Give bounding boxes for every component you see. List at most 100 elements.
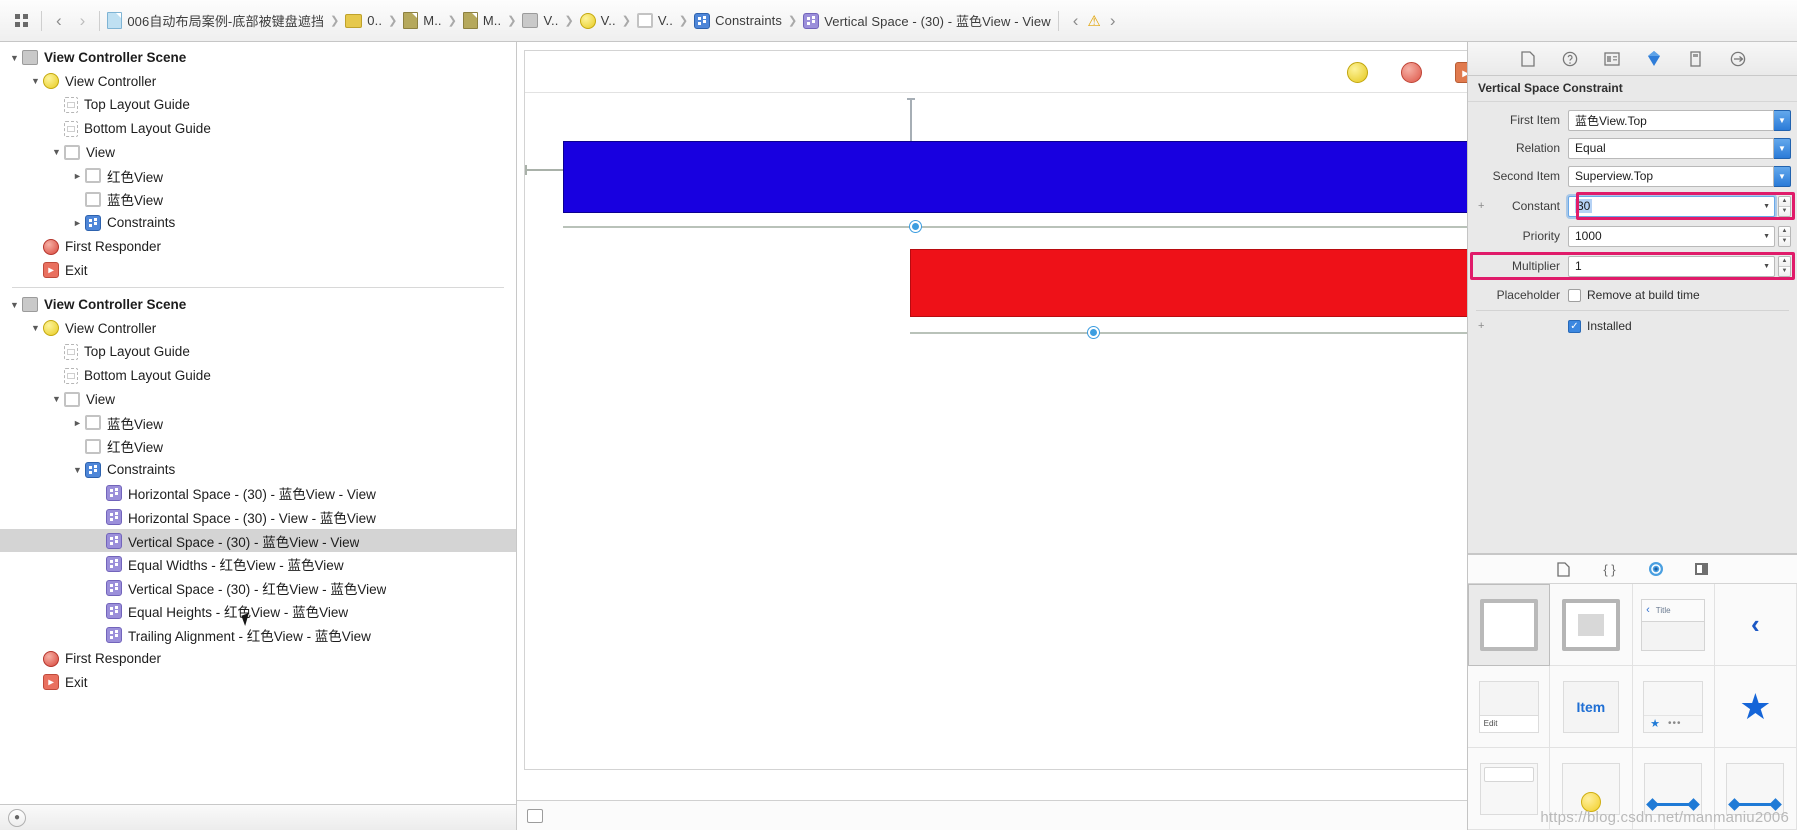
breadcrumb-item-doc1[interactable]: M.. — [401, 12, 443, 29]
breadcrumb-item-view[interactable]: V.. — [635, 13, 675, 28]
disclosure-triangle-icon[interactable]: ▼ — [8, 300, 21, 310]
library-item-page-control[interactable] — [1550, 748, 1633, 830]
placeholder-checkbox[interactable] — [1568, 288, 1581, 302]
outline-row[interactable]: ▼ View Controller — [0, 70, 516, 94]
view-as-icon[interactable] — [527, 808, 543, 823]
outline-row[interactable]: Vertical Space - (30) - 蓝色View - View — [0, 528, 516, 553]
outline-row[interactable]: 红色View — [0, 435, 516, 459]
object-library-icon[interactable] — [1648, 561, 1664, 577]
file-inspector-icon[interactable] — [1519, 50, 1537, 68]
outline-row[interactable]: ▼ View — [0, 140, 516, 164]
breadcrumb-item-folder[interactable]: 0.. — [343, 13, 384, 28]
object-library-grid[interactable]: ‹ Title ‹ Edit Item ★ ••• ★ — [1468, 584, 1797, 830]
breadcrumb-item-view-controller[interactable]: V.. — [578, 12, 618, 29]
outline-row[interactable]: Equal Widths - 红色View - 蓝色View — [0, 552, 516, 576]
jumpbar-next-button[interactable]: › — [1101, 11, 1125, 31]
disclosure-triangle-icon[interactable]: ► — [71, 218, 84, 228]
relation-popup-icon[interactable]: ▼ — [1774, 137, 1791, 159]
red-view-rect[interactable] — [910, 249, 1467, 317]
constant-stepper[interactable]: ▲ ▼ — [1778, 195, 1791, 217]
library-item-slider[interactable] — [1632, 748, 1715, 830]
breadcrumb-item-constraint[interactable]: Vertical Space - (30) - 蓝色View - View — [801, 11, 1052, 30]
jumpbar-prev-button[interactable]: ‹ — [1064, 11, 1088, 31]
breadcrumb-item-storyboard[interactable]: 006自动布局案例-底部被键盘遮挡 — [105, 11, 326, 30]
second-item-popup-icon[interactable]: ▼ — [1774, 165, 1791, 187]
blue-view-rect[interactable] — [563, 141, 1467, 213]
multiplier-stepper[interactable]: ▲ ▼ — [1778, 255, 1791, 277]
outline-row[interactable]: First Responder — [0, 235, 516, 259]
outline-scroll-area[interactable]: ▼ View Controller Scene ▼ View Controller… — [0, 42, 516, 804]
library-item-stepper[interactable] — [1714, 748, 1797, 830]
breadcrumb-item-doc2[interactable]: M.. — [461, 12, 503, 29]
priority-field[interactable]: 1000 ▼ — [1568, 225, 1775, 247]
variation-add-icon[interactable]: + — [1478, 320, 1484, 332]
outline-row[interactable]: ► 蓝色View — [0, 411, 516, 435]
library-item-view[interactable] — [1468, 584, 1551, 666]
outline-row[interactable]: ▸ Exit — [0, 670, 516, 694]
constraint-knob[interactable] — [1088, 327, 1099, 338]
outline-row[interactable]: Bottom Layout Guide — [0, 117, 516, 141]
identity-inspector-icon[interactable] — [1603, 50, 1621, 68]
first-responder-dock-icon[interactable] — [1401, 62, 1422, 83]
library-item-bar-button-item[interactable]: Item — [1550, 666, 1633, 748]
installed-checkbox[interactable]: ✓ — [1568, 319, 1581, 333]
filter-button[interactable]: ● — [8, 808, 26, 827]
related-items-icon[interactable] — [6, 8, 36, 34]
library-item-navigation-bar[interactable]: ‹ Title — [1632, 584, 1715, 666]
library-item-navigation-item[interactable]: ‹ — [1714, 584, 1797, 666]
outline-row[interactable]: Horizontal Space - (30) - 蓝色View - View — [0, 482, 516, 506]
relation-value[interactable]: Equal — [1568, 137, 1774, 159]
outline-row-scene[interactable]: ▼ View Controller Scene — [0, 293, 516, 317]
warning-triangle-icon[interactable]: ⚠ — [1087, 12, 1100, 30]
first-item-value[interactable]: 蓝色View.Top — [1568, 109, 1774, 131]
breadcrumb-item-constraints[interactable]: Constraints — [692, 12, 784, 29]
library-item-container-view[interactable] — [1550, 584, 1633, 666]
multiplier-field[interactable]: 1 ▼ — [1568, 255, 1775, 277]
breadcrumb-item-scene[interactable]: V.. — [520, 13, 560, 28]
media-library-icon[interactable] — [1694, 561, 1710, 577]
outline-row[interactable]: ► 红色View — [0, 164, 516, 188]
connections-inspector-icon[interactable] — [1729, 50, 1747, 68]
attributes-inspector-icon[interactable] — [1645, 50, 1663, 68]
quick-help-inspector-icon[interactable] — [1561, 50, 1579, 68]
size-inspector-icon[interactable] — [1687, 50, 1705, 68]
chevron-down-icon[interactable]: ▼ — [1759, 263, 1770, 270]
first-item-popup-icon[interactable]: ▼ — [1774, 109, 1791, 131]
library-item-search-bar[interactable] — [1468, 748, 1551, 830]
disclosure-triangle-icon[interactable]: ▼ — [29, 323, 42, 333]
disclosure-triangle-icon[interactable]: ► — [71, 171, 84, 181]
outline-row[interactable]: ▼ Constraints — [0, 458, 516, 482]
outline-row[interactable]: Trailing Alignment - 红色View - 蓝色View — [0, 623, 516, 647]
view-controller-dock-icon[interactable] — [1347, 62, 1368, 83]
priority-stepper[interactable]: ▲ ▼ — [1778, 225, 1791, 247]
outline-row[interactable]: ▼ View Controller — [0, 317, 516, 341]
second-item-value[interactable]: Superview.Top — [1568, 165, 1774, 187]
disclosure-triangle-icon[interactable]: ▼ — [50, 394, 63, 404]
code-snippet-library-icon[interactable]: { } — [1602, 561, 1618, 577]
constraint-knob[interactable] — [910, 221, 921, 232]
chevron-down-icon[interactable]: ▼ — [1759, 203, 1770, 210]
constant-field[interactable]: 30 ▼ — [1568, 195, 1775, 217]
outline-row[interactable]: Equal Heights - 红色View - 蓝色View — [0, 600, 516, 624]
outline-row[interactable]: ► Constraints — [0, 211, 516, 235]
outline-row[interactable]: Top Layout Guide — [0, 340, 516, 364]
outline-row[interactable]: First Responder — [0, 647, 516, 671]
disclosure-triangle-icon[interactable]: ▼ — [8, 53, 21, 63]
vertical-space-constraint-indicator[interactable] — [907, 98, 915, 143]
disclosure-triangle-icon[interactable]: ▼ — [29, 76, 42, 86]
outline-row[interactable]: ▸ Exit — [0, 258, 516, 282]
disclosure-triangle-icon[interactable]: ▼ — [71, 465, 84, 475]
outline-row[interactable]: Vertical Space - (30) - 红色View - 蓝色View — [0, 576, 516, 600]
chevron-down-icon[interactable]: ▼ — [1759, 233, 1770, 240]
library-item-tab-bar-item[interactable]: ★ — [1714, 666, 1797, 748]
outline-row[interactable]: Horizontal Space - (30) - View - 蓝色View — [0, 505, 516, 529]
back-button[interactable]: ‹ — [47, 11, 71, 31]
outline-row[interactable]: ▼ View — [0, 387, 516, 411]
variation-add-icon[interactable]: + — [1478, 200, 1484, 212]
outline-row[interactable]: Top Layout Guide — [0, 93, 516, 117]
disclosure-triangle-icon[interactable]: ► — [71, 418, 84, 428]
outline-row[interactable]: 蓝色View — [0, 188, 516, 212]
disclosure-triangle-icon[interactable]: ▼ — [50, 147, 63, 157]
library-item-tab-bar[interactable]: ★ ••• — [1632, 666, 1715, 748]
outline-row[interactable]: Bottom Layout Guide — [0, 364, 516, 388]
